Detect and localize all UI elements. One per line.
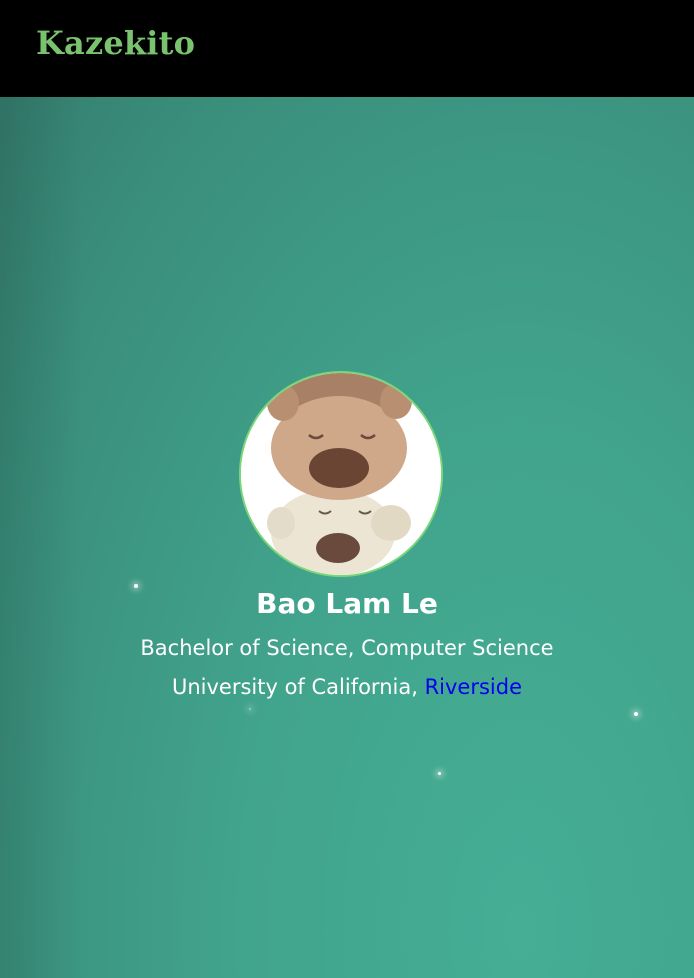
sparkle-decoration <box>249 708 251 710</box>
brand-logo-link[interactable]: Kazekito <box>36 24 195 62</box>
school-campus-link[interactable]: Riverside <box>425 675 522 699</box>
profile-avatar <box>239 371 443 577</box>
profile-degree: Bachelor of Science, Computer Science <box>140 636 554 660</box>
plush-avatar-image <box>241 373 441 575</box>
school-name: University of California, <box>171 675 425 699</box>
sparkle-decoration <box>438 772 441 775</box>
top-navbar: Kazekito <box>0 0 694 97</box>
sparkle-decoration <box>634 712 638 716</box>
profile-name: Bao Lam Le <box>256 587 438 620</box>
profile-school: University of California, Riverside <box>0 675 694 699</box>
